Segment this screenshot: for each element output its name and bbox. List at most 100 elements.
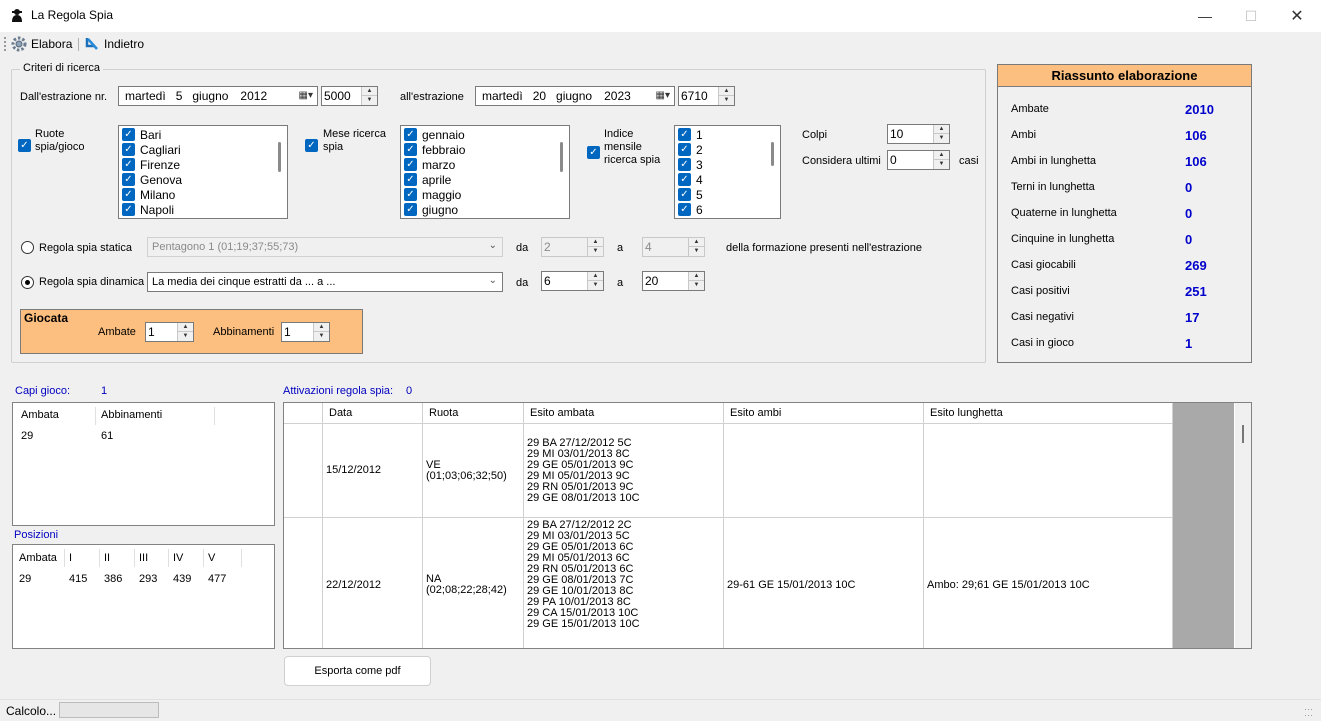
ruote-checkbox[interactable]: ✓ [18,139,31,152]
ruota-list-item[interactable]: ✓ Milano [119,187,287,202]
checkbox-checked-icon[interactable]: ✓ [404,143,417,156]
indice-list-item[interactable]: ✓ 3 [675,157,780,172]
spin-up-icon[interactable]: ▲ [588,272,603,281]
mese-scrollbar[interactable] [560,142,563,172]
checkbox-checked-icon[interactable]: ✓ [122,188,135,201]
all-date-picker[interactable]: martedì 20 giugno 2023 ▦▾ [475,86,675,106]
mese-checkbox[interactable]: ✓ [305,139,318,152]
indice-list-item[interactable]: ✓ 1 [675,127,780,142]
ruota-list-item[interactable]: ✓ Bari [119,127,287,142]
indice-list-item[interactable]: ✓ 5 [675,187,780,202]
dinamica-a-stepper[interactable]: 20 ▲ ▼ [642,271,705,291]
checkbox-checked-icon[interactable]: ✓ [678,173,691,186]
ruota-list-item[interactable]: ✓ Firenze [119,157,287,172]
all-nr-stepper[interactable]: 6710 ▲ ▼ [678,86,735,106]
indice-scrollbar[interactable] [771,142,774,166]
ruote-listbox[interactable]: ✓ Bari ✓ Cagliari ✓ Firenze ✓ Genova ✓ Milano ✓ Nap… [118,125,288,219]
spin-up-icon[interactable]: ▲ [314,323,329,332]
statica-radio[interactable] [21,241,34,254]
checkbox-checked-icon[interactable]: ✓ [678,158,691,171]
mese-list-item[interactable]: ✓ gennaio [401,127,569,142]
spin-down-icon[interactable]: ▼ [588,247,603,256]
spin-down-icon[interactable]: ▼ [934,160,949,169]
checkbox-checked-icon[interactable]: ✓ [122,203,135,216]
colpi-stepper[interactable]: 10 ▲ ▼ [887,124,950,144]
ruota-list-item[interactable]: ✓ Cagliari [119,142,287,157]
checkbox-checked-icon[interactable]: ✓ [122,143,135,156]
calendar-dropdown-icon[interactable]: ▦▾ [656,90,670,101]
ruota-list-item[interactable]: ✓ Genova [119,172,287,187]
indice-listbox[interactable]: ✓ 1 ✓ 2 ✓ 3 ✓ 4 ✓ 5 ✓ 6 [674,125,781,219]
giocata-ambate-stepper[interactable]: 1 ▲ ▼ [145,322,194,342]
dall-nr-stepper[interactable]: 5000 ▲ ▼ [321,86,378,106]
spin-up-icon[interactable]: ▲ [934,151,949,160]
checkbox-checked-icon[interactable]: ✓ [404,158,417,171]
statica-combo-value: Pentagono 1 (01;19;37;55;73) [152,241,299,253]
capi-header-abbinamenti: Abbinamenti [101,409,163,421]
checkbox-checked-icon[interactable]: ✓ [404,128,417,141]
export-pdf-button[interactable]: Esporta come pdf [284,656,431,686]
spin-up-icon[interactable]: ▲ [588,238,603,247]
checkbox-checked-icon[interactable]: ✓ [122,128,135,141]
spin-up-icon[interactable]: ▲ [719,87,734,96]
giocata-abbinamenti-stepper[interactable]: 1 ▲ ▼ [281,322,330,342]
mese-list-item[interactable]: ✓ maggio [401,187,569,202]
indice-checkbox[interactable]: ✓ [587,146,600,159]
checkbox-checked-icon[interactable]: ✓ [678,188,691,201]
statica-combo[interactable]: Pentagono 1 (01;19;37;55;73) ⌄ [147,237,503,257]
ruote-scrollbar[interactable] [278,142,281,172]
checkbox-checked-icon[interactable]: ✓ [404,188,417,201]
mese-listbox[interactable]: ✓ gennaio ✓ febbraio ✓ marzo ✓ aprile ✓ maggio ✓ gi… [400,125,570,219]
spin-down-icon[interactable]: ▼ [362,96,377,105]
grid-scrollbar[interactable] [1235,403,1251,648]
checkbox-checked-icon[interactable]: ✓ [122,173,135,186]
posizioni-grid[interactable]: Ambata 29 I 415 II 386 III 293 IV 439 V 477 [12,544,275,649]
row-header[interactable] [284,424,323,518]
calendar-dropdown-icon[interactable]: ▦▾ [299,90,313,101]
spin-up-icon[interactable]: ▲ [689,238,704,247]
spin-up-icon[interactable]: ▲ [934,125,949,134]
checkbox-checked-icon[interactable]: ✓ [678,203,691,216]
spin-down-icon[interactable]: ▼ [178,332,193,341]
mese-list-item[interactable]: ✓ marzo [401,157,569,172]
dinamica-radio[interactable] [21,276,34,289]
statica-a-stepper[interactable]: 4 ▲ ▼ [642,237,705,257]
spin-down-icon[interactable]: ▼ [588,281,603,290]
close-button[interactable]: ✕ [1274,0,1320,32]
mese-list-item[interactable]: ✓ giugno [401,202,569,217]
checkbox-checked-icon[interactable]: ✓ [404,203,417,216]
spin-down-icon[interactable]: ▼ [934,134,949,143]
statica-da-value: 2 [544,240,551,254]
attivazioni-grid[interactable]: Data Ruota Esito ambata Esito ambi Esito lun… [283,402,1252,649]
checkbox-checked-icon[interactable]: ✓ [678,143,691,156]
mese-list-item[interactable]: ✓ febbraio [401,142,569,157]
spin-up-icon[interactable]: ▲ [689,272,704,281]
row-header[interactable] [284,518,323,648]
minimize-button[interactable]: — [1182,0,1228,32]
considera-stepper[interactable]: 0 ▲ ▼ [887,150,950,170]
indietro-button[interactable]: Indietro [84,35,144,53]
spin-down-icon[interactable]: ▼ [689,281,704,290]
spin-down-icon[interactable]: ▼ [719,96,734,105]
scrollbar-thumb[interactable] [1242,425,1244,443]
indice-list-item[interactable]: ✓ 4 [675,172,780,187]
maximize-button[interactable]: ☐ [1228,0,1274,32]
checkbox-checked-icon[interactable]: ✓ [122,158,135,171]
statica-da-stepper[interactable]: 2 ▲ ▼ [541,237,604,257]
indice-list-item[interactable]: ✓ 6 [675,202,780,217]
checkbox-checked-icon[interactable]: ✓ [678,128,691,141]
ruota-list-item[interactable]: ✓ Napoli [119,202,287,217]
resize-grip-icon[interactable]: ⋯ ⋯ [1304,705,1316,720]
capi-grid[interactable]: Ambata Abbinamenti 29 61 [12,402,275,526]
spin-down-icon[interactable]: ▼ [689,247,704,256]
spin-up-icon[interactable]: ▲ [362,87,377,96]
elabora-button[interactable]: Elabora [11,35,72,53]
indice-list-item[interactable]: ✓ 2 [675,142,780,157]
checkbox-checked-icon[interactable]: ✓ [404,173,417,186]
mese-list-item[interactable]: ✓ aprile [401,172,569,187]
dinamica-combo[interactable]: La media dei cinque estratti da ... a ..… [147,272,503,292]
dinamica-da-stepper[interactable]: 6 ▲ ▼ [541,271,604,291]
spin-down-icon[interactable]: ▼ [314,332,329,341]
dall-date-picker[interactable]: martedì 5 giugno 2012 ▦▾ [118,86,318,106]
spin-up-icon[interactable]: ▲ [178,323,193,332]
